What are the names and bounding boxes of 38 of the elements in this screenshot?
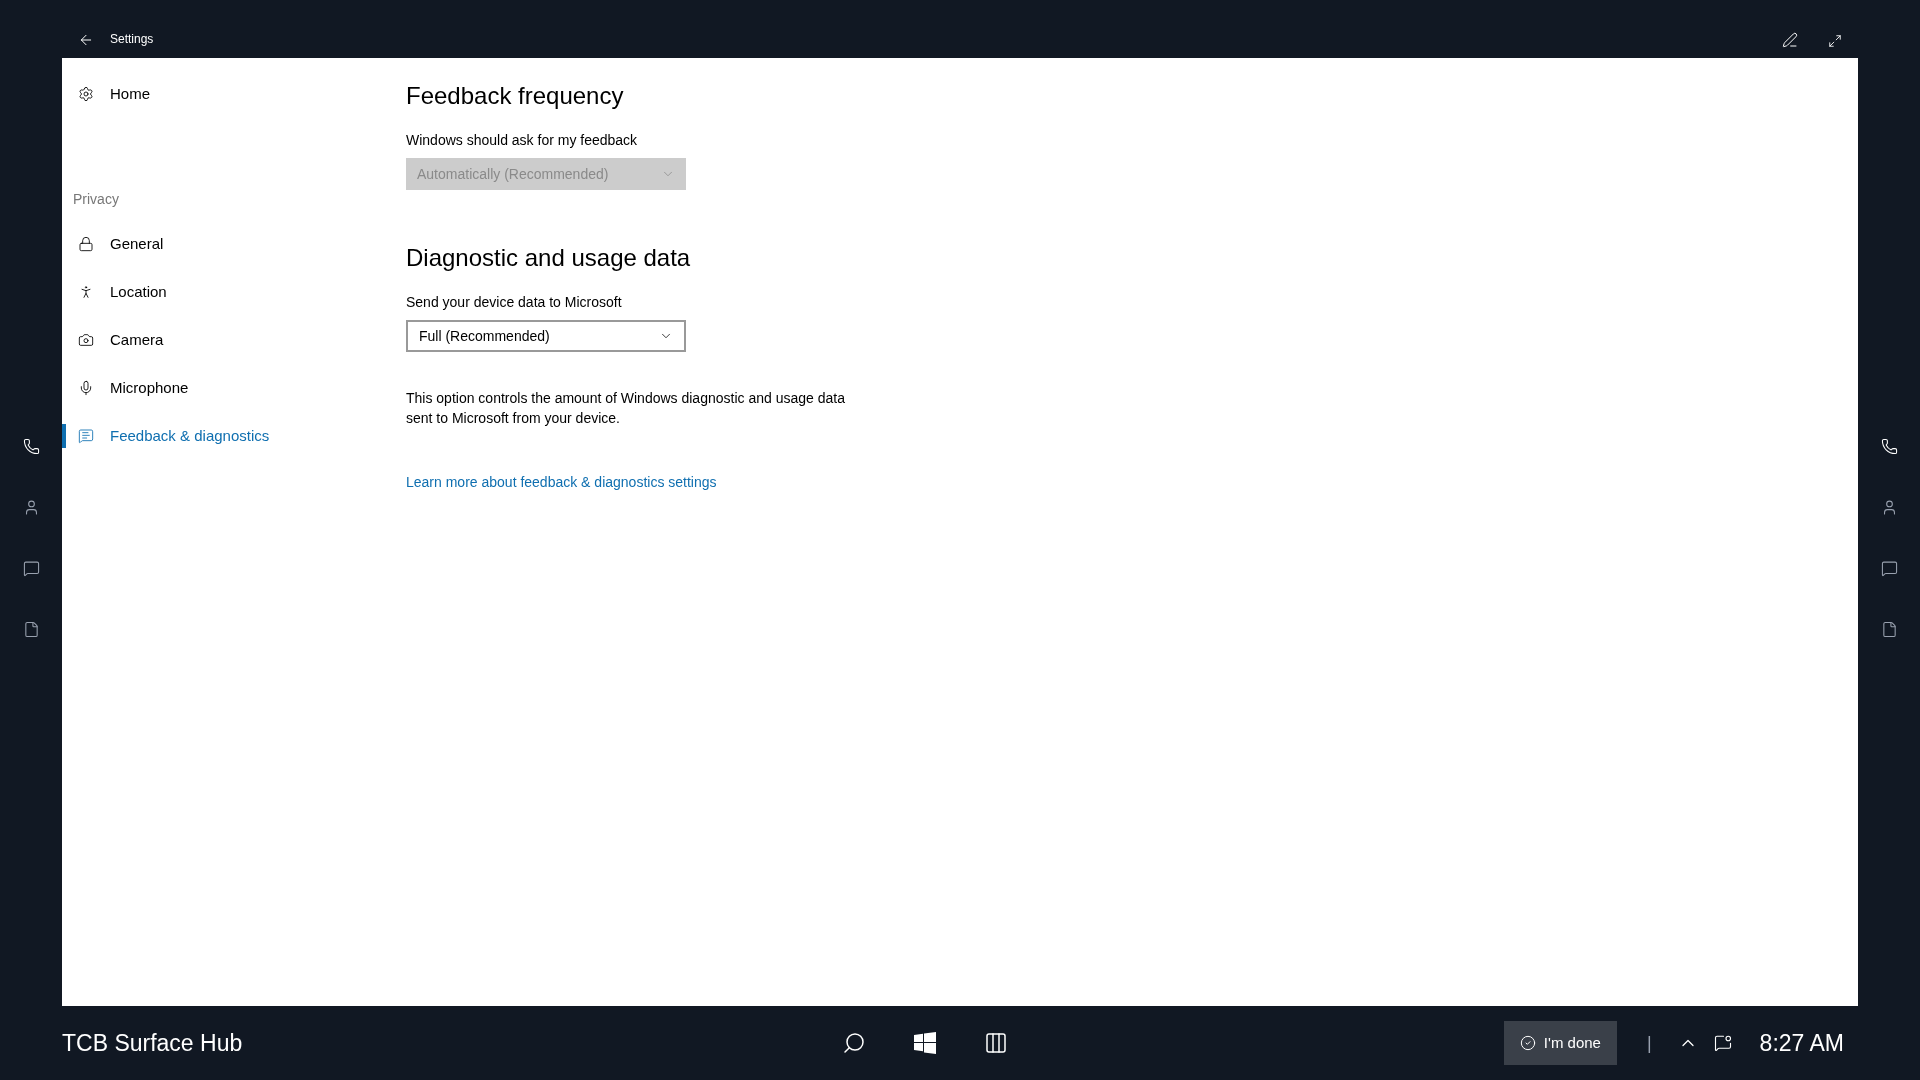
section-heading: Feedback frequency xyxy=(406,81,625,111)
windows-logo-icon[interactable] xyxy=(914,1032,936,1054)
camera-icon xyxy=(78,332,94,348)
clock-time: 8:27 AM xyxy=(1759,1028,1844,1058)
window-title: Settings xyxy=(110,31,154,48)
field-label: Send your device data to Microsoft xyxy=(406,293,623,312)
settings-icon xyxy=(78,86,94,102)
chat-icon[interactable] xyxy=(22,560,40,577)
chat-icon[interactable] xyxy=(1880,560,1898,577)
search-icon[interactable] xyxy=(842,1031,866,1055)
pen-icon[interactable] xyxy=(1782,32,1798,48)
sidebar-item[interactable]: General xyxy=(62,232,406,256)
lock-icon xyxy=(78,236,94,252)
task-view-icon[interactable] xyxy=(984,1031,1008,1055)
document-icon[interactable] xyxy=(22,621,40,638)
microphone-icon xyxy=(78,380,94,396)
expand-icon[interactable] xyxy=(1828,34,1842,48)
check-circle-icon xyxy=(1519,1035,1536,1051)
phone-icon[interactable] xyxy=(1880,438,1898,455)
field-label: Windows should ask for my feedback xyxy=(406,131,639,150)
learn-more-link[interactable]: Learn more about feedback & diagnostics settings xyxy=(406,472,717,493)
notification-icon[interactable] xyxy=(1713,1034,1732,1052)
sidebar-item[interactable]: Location xyxy=(62,280,406,304)
section-heading: Diagnostic and usage data xyxy=(406,243,692,273)
section-label: Privacy xyxy=(73,190,119,209)
sidebar-item[interactable]: Feedback & diagnostics xyxy=(62,424,406,448)
done-button[interactable]: I'm done xyxy=(1503,1021,1617,1065)
phone-icon[interactable] xyxy=(22,438,40,455)
feedback-icon xyxy=(78,428,94,444)
sidebar-item[interactable]: Camera xyxy=(62,328,406,352)
document-icon[interactable] xyxy=(1880,621,1898,638)
device-name: TCB Surface Hub xyxy=(62,1028,244,1058)
dropdown[interactable]: Full (Recommended) xyxy=(406,320,686,352)
sidebar-item[interactable]: Microphone xyxy=(62,376,406,400)
separator: | xyxy=(1646,1031,1652,1055)
person-icon xyxy=(78,284,94,300)
sidebar-item[interactable]: Home xyxy=(62,82,406,106)
description-text: This option controls the amount of Windows diagnostic and usage data sent to Microsoft from your device. xyxy=(406,389,846,428)
